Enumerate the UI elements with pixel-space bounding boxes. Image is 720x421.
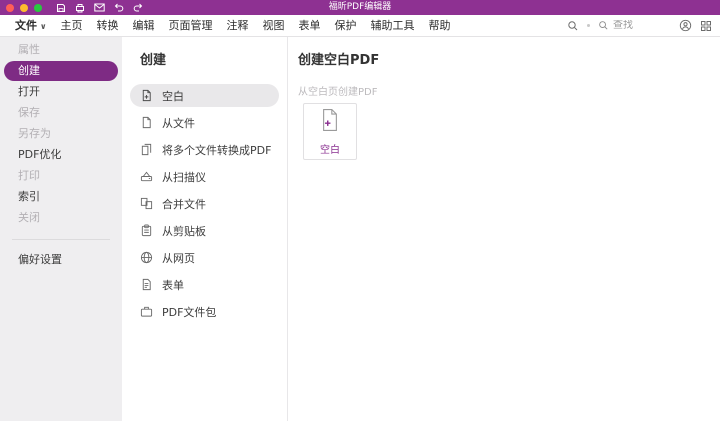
create-item-label: 从网页 (162, 251, 195, 265)
clipboard-icon (140, 224, 153, 237)
apps-grid-icon[interactable] (700, 20, 712, 32)
sidebar-item-preferences[interactable]: 偏好设置 (0, 250, 122, 270)
create-item-label: PDF文件包 (162, 305, 217, 319)
create-item-label: 从文件 (162, 116, 195, 130)
print-icon[interactable] (75, 3, 85, 13)
detail-subtitle: 从空白页创建PDF (298, 87, 378, 98)
create-item-pdf-portfolio[interactable]: PDF文件包 (130, 300, 279, 323)
file-icon (140, 116, 153, 129)
menubar: 文件 ∨ 主页 转换 编辑 页面管理 注释 视图 表单 保护 辅助工具 帮助 (0, 15, 720, 37)
menu-view[interactable]: 视图 (256, 15, 292, 36)
mail-icon[interactable] (94, 3, 105, 12)
titlebar: 福昕PDF编辑器 (0, 0, 720, 15)
menu-home[interactable]: 主页 (54, 15, 90, 36)
create-item-label: 表单 (162, 278, 184, 292)
search-dropdown-icon[interactable] (567, 20, 579, 32)
create-item-from-clipboard[interactable]: 从剪贴板 (130, 219, 279, 242)
create-detail-panel: 创建空白PDF 从空白页创建PDF 空白 (288, 37, 720, 421)
create-panel-title: 创建 (140, 53, 167, 68)
account-icon[interactable] (679, 19, 692, 32)
create-item-from-web[interactable]: 从网页 (130, 246, 279, 269)
create-item-label: 合并文件 (162, 197, 206, 211)
menu-comment[interactable]: 注释 (220, 15, 256, 36)
portfolio-icon (140, 305, 153, 318)
sidebar-item-close: 关闭 (18, 211, 40, 224)
blank-card-label: 空白 (320, 144, 340, 156)
titlebar-quick-tools (56, 3, 143, 13)
scanner-icon (140, 170, 153, 183)
sidebar-item-open[interactable]: 打开 (0, 82, 122, 102)
blank-pdf-card[interactable]: 空白 (303, 103, 357, 160)
traffic-lights (6, 3, 42, 12)
chevron-down-icon: ∨ (40, 22, 47, 31)
menu-page-manage[interactable]: 页面管理 (162, 15, 220, 36)
sidebar-item-save: 保存 (18, 106, 40, 119)
sidebar-item-create[interactable]: 创建 (4, 61, 118, 81)
create-item-label: 从扫描仪 (162, 170, 206, 184)
menu-file-label: 文件 (15, 19, 37, 32)
create-item-label: 将多个文件转换成PDF (162, 143, 272, 157)
separator-dot (587, 24, 590, 27)
menu-convert[interactable]: 转换 (90, 15, 126, 36)
menu-file[interactable]: 文件 ∨ (8, 15, 54, 36)
menu-edit[interactable]: 编辑 (126, 15, 162, 36)
create-item-from-scanner[interactable]: 从扫描仪 (130, 165, 279, 188)
find-input[interactable] (613, 20, 671, 31)
file-sidebar: 属性 创建 打开 保存 另存为 PDF优化 打印 索引 关闭 偏好设置 (0, 37, 122, 421)
find-group (598, 20, 671, 31)
magnifier-icon (598, 20, 609, 31)
files-convert-icon (140, 143, 153, 156)
create-item-combine-files[interactable]: 合并文件 (130, 192, 279, 215)
create-item-combine-multiple[interactable]: 将多个文件转换成PDF (130, 138, 279, 161)
menu-help[interactable]: 帮助 (422, 15, 458, 36)
sidebar-item-save-as: 另存为 (18, 127, 51, 140)
sidebar-divider (12, 239, 110, 240)
menu-form[interactable]: 表单 (292, 15, 328, 36)
undo-icon[interactable] (114, 3, 124, 12)
sidebar-item-pdf-optimize[interactable]: PDF优化 (0, 145, 122, 165)
sidebar-item-print: 打印 (18, 169, 40, 182)
sidebar-item-properties: 属性 (18, 43, 40, 56)
blank-doc-icon (140, 89, 153, 102)
save-icon[interactable] (56, 3, 66, 13)
detail-title: 创建空白PDF (298, 53, 380, 68)
new-document-icon (320, 108, 340, 136)
globe-icon (140, 251, 153, 264)
menu-accessibility[interactable]: 辅助工具 (364, 15, 422, 36)
create-item-from-file[interactable]: 从文件 (130, 111, 279, 134)
combine-icon (140, 197, 153, 210)
menubar-right-tools (567, 19, 712, 32)
close-button[interactable] (6, 3, 14, 12)
sidebar-item-index[interactable]: 索引 (0, 187, 122, 207)
minimize-button[interactable] (20, 3, 28, 12)
create-item-label: 从剪贴板 (162, 224, 206, 238)
form-icon (140, 278, 153, 291)
backstage-view: 属性 创建 打开 保存 另存为 PDF优化 打印 索引 关闭 偏好设置 创建 空… (0, 37, 720, 421)
menu-protect[interactable]: 保护 (328, 15, 364, 36)
create-item-label: 空白 (162, 89, 184, 103)
maximize-button[interactable] (34, 3, 42, 12)
create-item-blank[interactable]: 空白 (130, 84, 279, 107)
create-item-form[interactable]: 表单 (130, 273, 279, 296)
create-panel: 创建 空白 从文件 将多个文件转换成PDF 从扫描仪 合并文件 从剪贴板 从网页… (122, 37, 288, 421)
redo-icon[interactable] (133, 3, 143, 12)
